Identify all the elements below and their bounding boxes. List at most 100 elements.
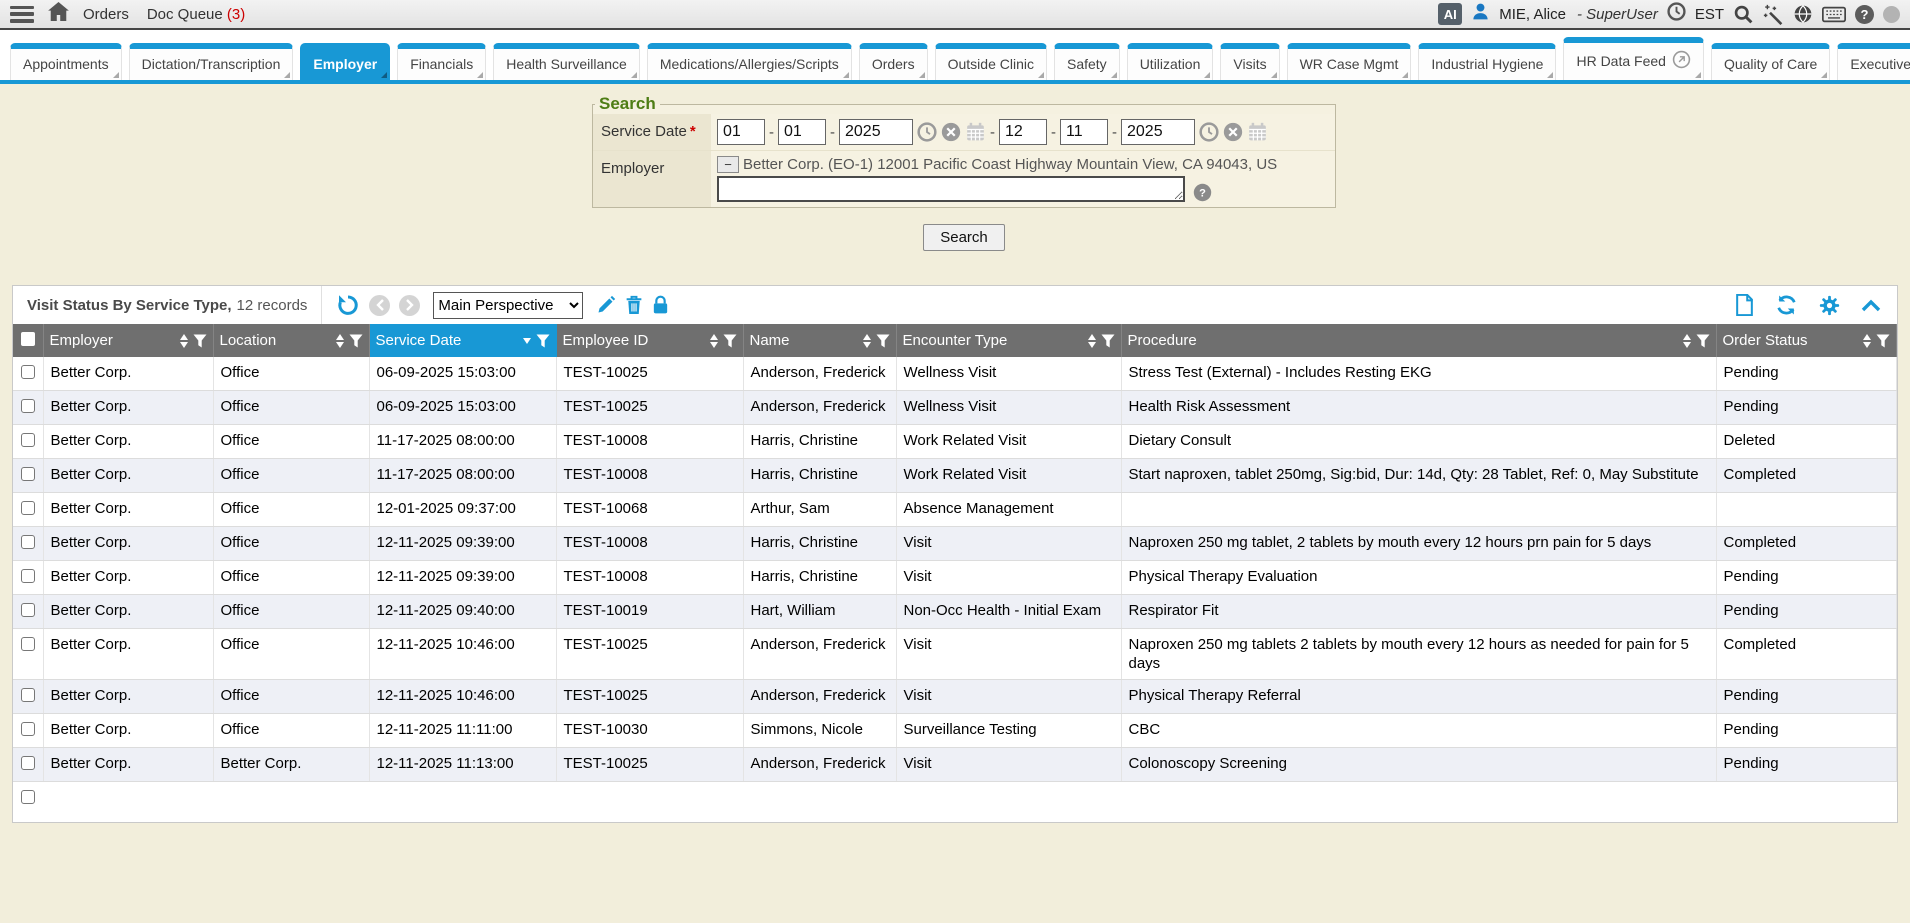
tab-utilization[interactable]: Utilization [1127,43,1214,80]
row-checkbox[interactable] [21,569,35,583]
ai-assistant-button[interactable]: AI [1438,3,1462,25]
breadcrumb-doc-queue[interactable]: Doc Queue (3) [147,6,245,23]
to-month-input[interactable] [999,119,1047,145]
column-header-employer[interactable]: Employer [43,324,213,357]
tab-medications-allergies-scripts[interactable]: Medications/Allergies/Scripts [647,43,852,80]
sort-icon[interactable] [710,334,718,348]
to-calendar-icon[interactable] [1247,122,1268,142]
to-clear-icon[interactable] [1223,122,1243,142]
column-header-location[interactable]: Location [213,324,369,357]
undo-icon[interactable] [336,293,360,317]
search-button[interactable]: Search [923,224,1005,251]
column-header-service-date[interactable]: Service Date [369,324,556,357]
row-checkbox[interactable] [21,603,35,617]
from-clear-icon[interactable] [941,122,961,142]
tab-employer[interactable]: Employer [300,43,390,80]
previous-page-icon[interactable] [369,295,390,316]
export-document-icon[interactable] [1735,294,1754,316]
sort-descending-icon[interactable] [523,338,531,344]
select-all-checkbox[interactable] [21,332,35,346]
home-icon[interactable] [48,2,69,26]
tab-industrial-hygiene[interactable]: Industrial Hygiene [1418,43,1556,80]
from-day-input[interactable] [778,119,826,145]
filter-icon[interactable] [1696,334,1710,348]
row-checkbox[interactable] [21,433,35,447]
collapse-panel-icon[interactable] [1861,299,1881,312]
select-all-header[interactable] [13,324,43,357]
help-icon[interactable]: ? [1855,5,1874,24]
filter-icon[interactable] [349,334,363,348]
filter-icon[interactable] [193,334,207,348]
row-checkbox[interactable] [21,688,35,702]
to-time-icon[interactable] [1199,122,1219,142]
tab-safety[interactable]: Safety [1054,43,1120,80]
filter-icon[interactable] [723,334,737,348]
table-row[interactable]: Better Corp.Office 12-11-2025 11:11:00TE… [13,714,1897,748]
table-row[interactable]: Better Corp.Office 12-01-2025 09:37:00TE… [13,493,1897,527]
column-header-order-status[interactable]: Order Status [1716,324,1897,357]
edit-perspective-icon[interactable] [596,295,616,315]
search-icon[interactable] [1733,4,1754,25]
sort-icon[interactable] [180,334,188,348]
table-row[interactable]: Better Corp.Better Corp. 12-11-2025 11:1… [13,748,1897,782]
table-row[interactable]: Better Corp.Office 12-11-2025 09:39:00TE… [13,527,1897,561]
row-checkbox[interactable] [21,399,35,413]
table-row[interactable]: Better Corp.Office 12-11-2025 10:46:00TE… [13,629,1897,680]
employer-help-icon[interactable]: ? [1193,183,1212,202]
row-checkbox[interactable] [21,722,35,736]
table-row[interactable]: Better Corp.Office 12-11-2025 09:39:00TE… [13,561,1897,595]
tab-health-surveillance[interactable]: Health Surveillance [493,43,640,80]
from-month-input[interactable] [717,119,765,145]
table-row[interactable]: Better Corp.Office 06-09-2025 15:03:00TE… [13,357,1897,391]
tab-outside-clinic[interactable]: Outside Clinic [935,43,1047,80]
table-row[interactable]: Better Corp.Office 06-09-2025 15:03:00TE… [13,391,1897,425]
hamburger-menu-icon[interactable] [10,6,34,23]
table-row[interactable]: Better Corp.Office 12-11-2025 09:40:00TE… [13,595,1897,629]
tab-orders[interactable]: Orders [859,43,928,80]
column-header-procedure[interactable]: Procedure [1121,324,1716,357]
tab-executive-dashboard[interactable]: Executive Dashboard [1837,43,1910,80]
user-name[interactable]: MIE, Alice [1499,6,1566,23]
row-checkbox[interactable] [21,535,35,549]
filter-icon[interactable] [1876,334,1890,348]
sort-icon[interactable] [863,334,871,348]
sort-icon[interactable] [1863,334,1871,348]
next-page-icon[interactable] [399,295,420,316]
sort-icon[interactable] [1088,334,1096,348]
table-row[interactable]: Better Corp.Office 12-11-2025 10:46:00TE… [13,680,1897,714]
tab-wr-case-mgmt[interactable]: WR Case Mgmt [1287,43,1412,80]
sort-icon[interactable] [1683,334,1691,348]
tab-hr-data-feed[interactable]: HR Data Feed [1563,37,1703,80]
from-calendar-icon[interactable] [965,122,986,142]
to-year-input[interactable] [1121,119,1195,145]
tab-appointments[interactable]: Appointments [10,43,122,80]
magic-wand-icon[interactable] [1763,4,1784,25]
filter-icon[interactable] [876,334,890,348]
table-row[interactable]: Better Corp.Office 11-17-2025 08:00:00TE… [13,425,1897,459]
settings-gear-icon[interactable] [1819,295,1840,316]
footer-select-checkbox[interactable] [21,790,35,804]
delete-perspective-icon[interactable] [625,295,643,315]
perspective-select[interactable]: Main Perspective [433,292,583,319]
tab-financials[interactable]: Financials [397,43,486,80]
globe-phone-icon[interactable] [1793,4,1813,24]
row-checkbox[interactable] [21,756,35,770]
column-header-name[interactable]: Name [743,324,896,357]
breadcrumb-orders[interactable]: Orders [83,6,129,23]
column-header-encounter-type[interactable]: Encounter Type [896,324,1121,357]
refresh-icon[interactable] [1775,294,1798,316]
employer-search-input[interactable] [717,176,1185,202]
timezone-label[interactable]: EST [1695,6,1724,23]
tab-dictation-transcription[interactable]: Dictation/Transcription [129,43,294,80]
filter-icon[interactable] [536,334,550,348]
from-year-input[interactable] [839,119,913,145]
row-checkbox[interactable] [21,637,35,651]
sort-icon[interactable] [336,334,344,348]
tab-quality-of-care[interactable]: Quality of Care [1711,43,1830,80]
column-header-employee-id[interactable]: Employee ID [556,324,743,357]
employer-remove-button[interactable]: − [717,156,739,173]
row-checkbox[interactable] [21,365,35,379]
row-checkbox[interactable] [21,501,35,515]
to-day-input[interactable] [1060,119,1108,145]
keyboard-icon[interactable] [1822,6,1846,23]
